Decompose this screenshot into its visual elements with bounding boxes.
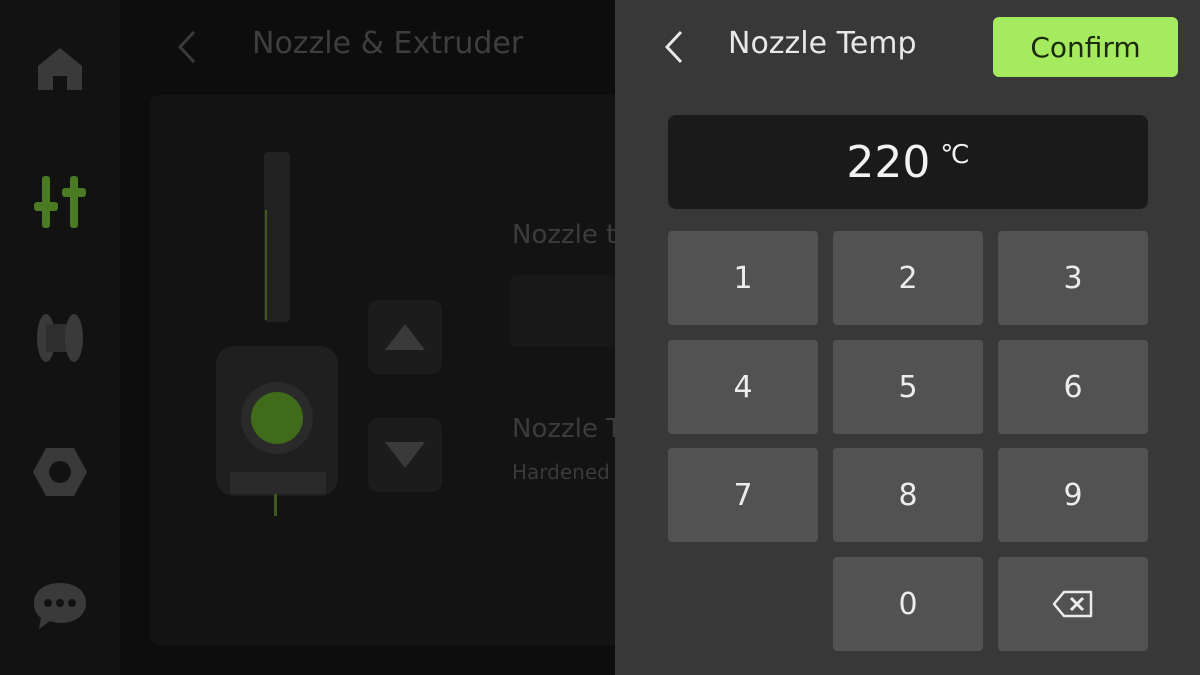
- key-1[interactable]: 1: [668, 231, 818, 325]
- sidebar-item-home[interactable]: [30, 38, 90, 98]
- key-6[interactable]: 6: [998, 340, 1148, 434]
- key-8[interactable]: 8: [833, 448, 983, 542]
- backspace-button[interactable]: [998, 557, 1148, 651]
- back-icon[interactable]: [659, 28, 689, 66]
- key-2[interactable]: 2: [833, 231, 983, 325]
- triangle-up-icon: [385, 324, 425, 350]
- home-icon: [38, 48, 82, 90]
- nut-icon: [33, 448, 87, 496]
- sidebar-item-controls[interactable]: [30, 172, 90, 232]
- key-3[interactable]: 3: [998, 231, 1148, 325]
- temperature-value: 220: [846, 136, 931, 188]
- nozzle-temp-label: Nozzle t: [512, 220, 615, 250]
- sidebar-item-messages[interactable]: [30, 576, 90, 636]
- jog-up-button[interactable]: [368, 300, 442, 374]
- message-icon: [34, 583, 86, 629]
- sidebar: [0, 0, 120, 675]
- key-7[interactable]: 7: [668, 448, 818, 542]
- nozzle-type-label: Nozzle T: [512, 414, 615, 444]
- confirm-button[interactable]: Confirm: [993, 17, 1178, 77]
- key-5[interactable]: 5: [833, 340, 983, 434]
- extruder-illustration: [216, 152, 338, 516]
- page-title: Nozzle & Extruder: [252, 26, 524, 61]
- value-display: 220 ℃: [668, 115, 1148, 209]
- key-0[interactable]: 0: [833, 557, 983, 651]
- temperature-unit: ℃: [940, 140, 970, 170]
- back-icon[interactable]: [172, 28, 202, 66]
- key-9[interactable]: 9: [998, 448, 1148, 542]
- keypad-panel: Nozzle Temp Confirm 220 ℃ 1 2 3 4 5 6 7 …: [615, 0, 1200, 675]
- key-4[interactable]: 4: [668, 340, 818, 434]
- filament-spool-icon: [37, 314, 83, 362]
- backspace-icon: [1052, 590, 1093, 618]
- triangle-down-icon: [385, 442, 425, 468]
- sidebar-item-filament[interactable]: [30, 308, 90, 368]
- panel-title: Nozzle Temp: [728, 26, 917, 61]
- controls-icon: [34, 176, 86, 228]
- jog-down-button[interactable]: [368, 418, 442, 492]
- background-screen: Nozzle & Extruder Nozzle t Nozzle T Hard…: [0, 0, 615, 675]
- nozzle-temp-field[interactable]: [510, 275, 615, 347]
- nozzle-type-value: Hardened: [512, 460, 610, 484]
- sidebar-item-maintenance[interactable]: [30, 442, 90, 502]
